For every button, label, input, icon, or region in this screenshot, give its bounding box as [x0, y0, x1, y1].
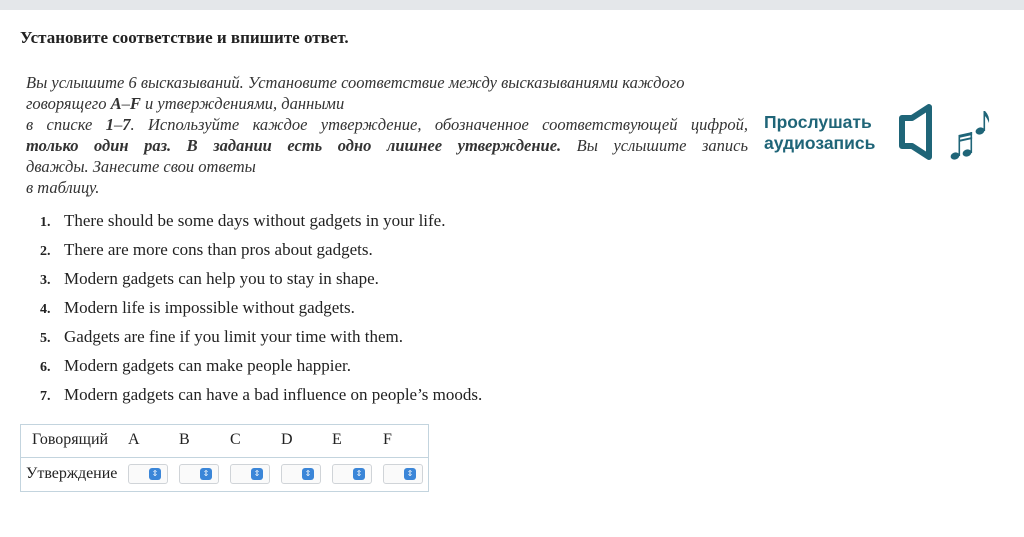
statement-number: 4.: [40, 302, 51, 317]
answer-select-e[interactable]: ⇕: [332, 464, 372, 484]
speaker-letter: E: [332, 431, 342, 448]
instruction-line: дважды. Занесите свои ответы: [26, 157, 256, 176]
instruction-line: говорящего A–F и утверждениями, данными: [26, 94, 345, 113]
instruction-line: в таблицу.: [26, 178, 100, 197]
statement-text: Modern gadgets can help you to stay in s…: [64, 269, 379, 288]
statement-number: 5.: [40, 331, 51, 346]
answer-select-f[interactable]: ⇕: [383, 464, 423, 484]
instruction-line: только один раз. В задании есть одно лиш…: [26, 136, 748, 155]
task-heading: Установите соответствие и впишите ответ.: [20, 28, 349, 47]
updown-chevron-icon: ⇕: [251, 468, 263, 480]
statement-text: There are more cons than pros about gadg…: [64, 240, 373, 259]
list-item: 3. Modern gadgets can help you to stay in…: [40, 268, 482, 297]
speaker-letter: C: [230, 431, 241, 448]
statement-list: 1. There should be some days without gadg…: [40, 210, 482, 413]
statement-number: 6.: [40, 360, 51, 375]
instruction-line: в списке 1–7. Используйте каждое утвержд…: [26, 115, 748, 134]
top-bar: [0, 0, 1024, 10]
answer-select-b[interactable]: ⇕: [179, 464, 219, 484]
speaker-music-icon[interactable]: [898, 104, 992, 162]
speaker-letter: B: [179, 431, 190, 448]
statement-number: 1.: [40, 215, 51, 230]
list-item: 4. Modern life is impossible without gadg…: [40, 297, 482, 326]
list-item: 7. Modern gadgets can have a bad influenc…: [40, 384, 482, 413]
updown-chevron-icon: ⇕: [149, 468, 161, 480]
speaker-letter: D: [281, 431, 293, 448]
statement-number: 3.: [40, 273, 51, 288]
speaker-letter: A: [128, 431, 140, 448]
task-instructions: Вы услышите 6 высказываний. Установите с…: [26, 72, 748, 198]
listen-audio-label-line1: Прослушать: [764, 112, 872, 132]
listen-audio-label-line2: аудиозапись: [764, 133, 876, 153]
table-divider: [21, 457, 428, 458]
updown-chevron-icon: ⇕: [404, 468, 416, 480]
list-item: 2. There are more cons than pros about ga…: [40, 239, 482, 268]
list-item: 1. There should be some days without gadg…: [40, 210, 482, 239]
statement-number: 7.: [40, 389, 51, 404]
speaker-row-label: Говорящий: [32, 431, 109, 448]
list-item: 6. Modern gadgets can make people happier…: [40, 355, 482, 384]
statement-text: Modern gadgets can make people happier.: [64, 356, 352, 375]
answer-select-c[interactable]: ⇕: [230, 464, 270, 484]
answer-table: Говорящий A B C D E F Утверждение ⇕ ⇕ ⇕ …: [20, 424, 429, 492]
statement-number: 2.: [40, 244, 51, 259]
statement-text: Modern gadgets can have a bad influence …: [64, 385, 483, 404]
statement-row-label: Утверждение: [26, 465, 118, 482]
listen-audio-link[interactable]: Прослушать аудиозапись: [764, 112, 875, 154]
statement-text: There should be some days without gadget…: [64, 211, 446, 230]
answer-select-a[interactable]: ⇕: [128, 464, 168, 484]
updown-chevron-icon: ⇕: [200, 468, 212, 480]
statement-text: Gadgets are fine if you limit your time …: [64, 327, 403, 346]
answer-select-d[interactable]: ⇕: [281, 464, 321, 484]
statement-text: Modern life is impossible without gadget…: [64, 298, 355, 317]
speaker-letter: F: [383, 431, 392, 448]
instruction-line: Вы услышите 6 высказываний. Установите с…: [26, 73, 685, 92]
updown-chevron-icon: ⇕: [353, 468, 365, 480]
list-item: 5. Gadgets are fine if you limit your tim…: [40, 326, 482, 355]
updown-chevron-icon: ⇕: [302, 468, 314, 480]
